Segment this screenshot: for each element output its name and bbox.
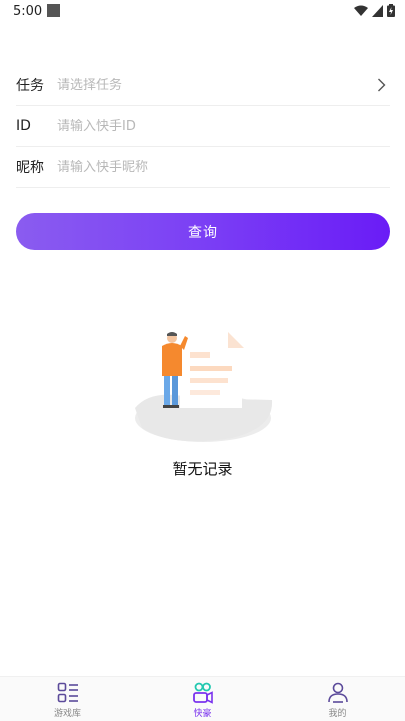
tab-game-library[interactable]: 游戏库: [0, 677, 135, 721]
profile-icon: [327, 682, 348, 703]
signal-icon: [372, 4, 383, 17]
id-input[interactable]: [57, 118, 390, 134]
tab-kuaihao[interactable]: 快豪: [135, 677, 270, 721]
task-row[interactable]: 任务: [16, 65, 390, 106]
nickname-row: 昵称: [16, 147, 390, 188]
nickname-label: 昵称: [16, 160, 44, 176]
status-bar: 5:00: [0, 0, 405, 24]
notification-icon: [47, 4, 60, 17]
id-label: ID: [16, 118, 31, 134]
list-icon: [57, 682, 78, 703]
tab-mine[interactable]: 我的: [270, 677, 405, 721]
kuaishou-camera-icon: [192, 682, 213, 704]
id-row: ID: [16, 106, 390, 147]
query-form: 任务 ID 昵称: [16, 65, 390, 188]
empty-state-illustration: [135, 332, 273, 442]
task-select[interactable]: [57, 77, 390, 93]
task-label: 任务: [16, 78, 44, 94]
status-time: 5:00: [13, 4, 43, 19]
tab-label: 我的: [328, 709, 347, 719]
nickname-input[interactable]: [57, 159, 390, 175]
empty-state-text: 暂无记录: [172, 460, 233, 478]
tab-label: 快豪: [193, 709, 212, 719]
battery-icon: [387, 4, 395, 17]
tab-label: 游戏库: [53, 709, 81, 719]
query-button[interactable]: 查询: [16, 213, 390, 250]
bottom-tab-bar: 游戏库 快豪 我的: [0, 676, 405, 721]
wifi-icon: [354, 5, 368, 16]
chevron-right-icon: [378, 78, 386, 92]
status-icons: [354, 4, 395, 17]
